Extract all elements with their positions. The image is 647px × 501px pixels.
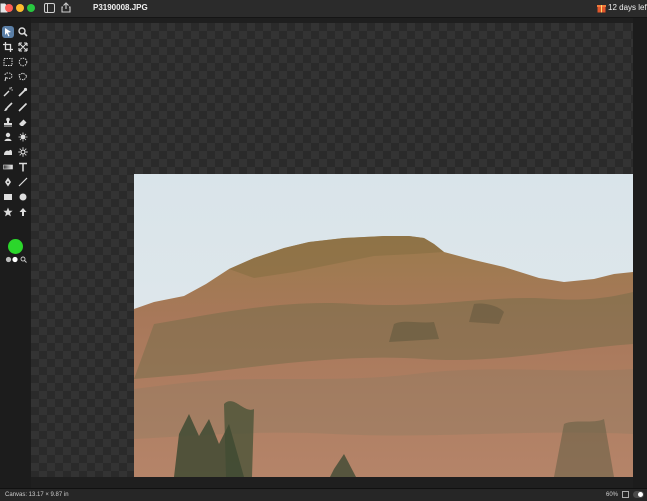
rect-select-tool-button[interactable] (2, 56, 14, 68)
brush-icon (4, 102, 13, 111)
magic-wand-tool-button[interactable] (2, 86, 14, 98)
pen-tool-button[interactable] (2, 176, 14, 188)
hill-photo (134, 174, 633, 477)
pen-nib-icon (5, 177, 11, 187)
pencil-icon (18, 102, 28, 112)
circle-icon (19, 193, 27, 201)
close-window-button[interactable] (5, 4, 13, 12)
sharpen-tool-button[interactable] (17, 146, 29, 158)
canvas-size-readout: Canvas: 13.17 × 9.87 in (5, 492, 69, 498)
gradient-tool-button[interactable] (2, 161, 14, 173)
sidebar-toggle-icon[interactable] (44, 3, 55, 13)
smudge-tool-button[interactable] (2, 146, 14, 158)
healing-tool-button[interactable] (2, 131, 14, 143)
trial-notice[interactable]: 12 days left in t (608, 3, 647, 12)
default-colors-icon (5, 256, 12, 263)
zoom-tool-button[interactable] (17, 26, 29, 38)
eyedropper-icon (20, 256, 26, 262)
gradient-icon (3, 164, 13, 170)
smudge-icon (4, 149, 12, 155)
rectangle-tool-button[interactable] (2, 191, 14, 203)
share-icon[interactable] (61, 2, 71, 13)
arrow-cursor-icon (5, 28, 11, 37)
star-tool-button[interactable] (2, 206, 14, 218)
up-arrow-icon (19, 208, 27, 216)
foreground-color-swatch[interactable] (8, 239, 23, 254)
magic-wand-icon (3, 87, 13, 97)
minimize-window-button[interactable] (16, 4, 24, 12)
status-bar: Canvas: 13.17 × 9.87 in 60% (0, 488, 647, 501)
magnifier-icon (18, 27, 28, 37)
gift-icon[interactable] (597, 3, 606, 13)
burn-tool-button[interactable] (17, 131, 29, 143)
poly-lasso-icon (18, 72, 28, 81)
quick-select-tool-button[interactable] (17, 86, 29, 98)
zoom-window-button[interactable] (27, 4, 35, 12)
ellipse-select-tool-button[interactable] (17, 56, 29, 68)
zoom-level[interactable]: 60% (606, 492, 618, 498)
dashed-rect-icon (3, 58, 13, 66)
text-tool-button[interactable] (17, 161, 29, 173)
crop-icon (3, 42, 13, 52)
lasso-tool-button[interactable] (2, 71, 14, 83)
text-icon (19, 162, 27, 172)
burn-icon (18, 132, 28, 142)
pencil-tool-button[interactable] (17, 101, 29, 113)
image-layer[interactable] (134, 174, 633, 477)
line-tool-button[interactable] (17, 176, 29, 188)
clone-stamp-tool-button[interactable] (2, 116, 14, 128)
title-bar: P3190008.JPG 12 days left in t (0, 0, 647, 18)
right-panel-edge (633, 18, 647, 488)
sun-icon (18, 147, 28, 157)
lasso-icon (4, 72, 13, 82)
quick-select-icon (18, 87, 28, 97)
star-icon (3, 207, 13, 217)
arrow-tool-button[interactable] (17, 206, 29, 218)
rectangle-icon (4, 194, 12, 200)
move-tool-button[interactable] (2, 26, 14, 38)
view-toggle-switch[interactable] (633, 491, 644, 498)
eraser-icon (19, 119, 27, 126)
transform-tool-button[interactable] (17, 41, 29, 53)
eraser-tool-button[interactable] (17, 116, 29, 128)
color-controls[interactable] (5, 256, 29, 263)
ellipse-tool-button[interactable] (17, 191, 29, 203)
line-icon (18, 177, 28, 187)
tools-panel (0, 18, 31, 488)
document-title: P3190008.JPG (93, 3, 148, 12)
brush-tool-button[interactable] (2, 101, 14, 113)
crop-tool-button[interactable] (2, 41, 14, 53)
swap-colors-icon (12, 256, 18, 263)
dashed-circle-icon (18, 57, 28, 67)
poly-lasso-tool-button[interactable] (17, 71, 29, 83)
bandage-icon (4, 132, 12, 141)
expand-arrows-icon (18, 42, 28, 52)
zoom-fit-icon[interactable] (622, 491, 629, 498)
stamp-icon (4, 117, 12, 127)
